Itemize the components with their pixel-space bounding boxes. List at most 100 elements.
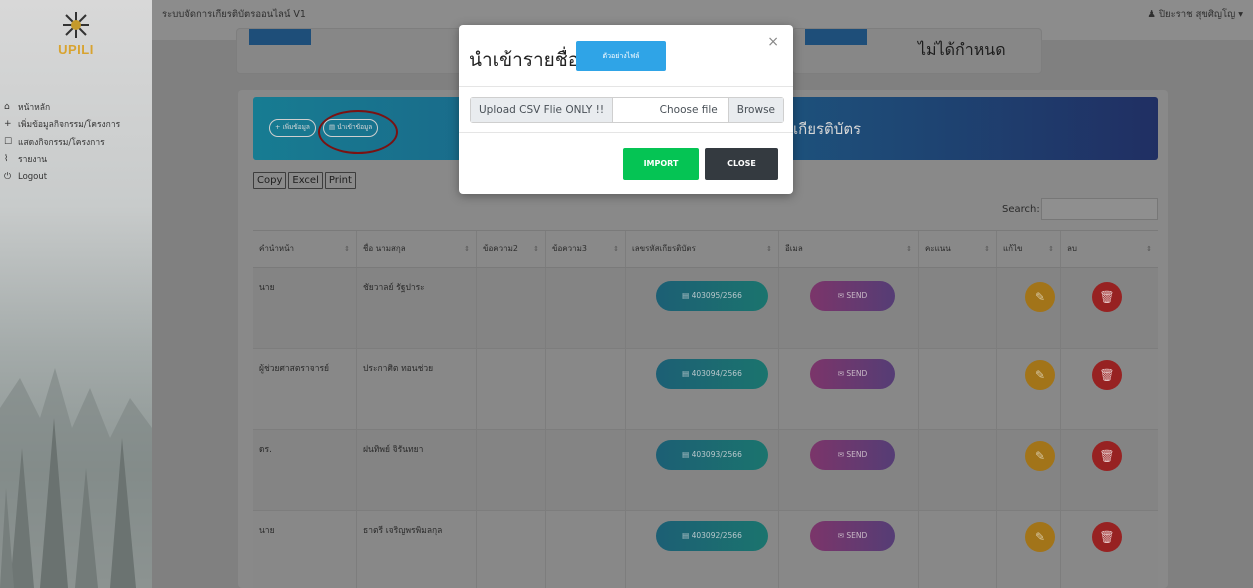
sort-icon: ⇕ [533,245,539,253]
forest-background-image [0,368,152,588]
card-accent [249,29,311,45]
edit-icon[interactable]: ✎ [1025,441,1055,471]
sort-icon: ⇕ [1146,245,1152,253]
divider [459,86,793,87]
table-header: คำนำหน้า ⇕ ชื่อ นามสกุล ⇕ ข้อความ2 ⇕ ข้อควา… [253,230,1158,268]
sample-file-button[interactable]: ตัวอย่างไฟล์ [576,41,666,71]
user-name: ปิยะราช สุขศิญโญ [1158,9,1236,20]
sort-icon: ⇕ [613,245,619,253]
close-icon[interactable]: × [767,34,779,50]
highlight-circle [318,110,398,154]
column-header[interactable]: เลขรหัสเกียรติบัตร ⇕ [626,231,779,267]
sidebar-item-label: แสดงกิจกรรม/โครงการ [18,137,105,148]
sidebar: UPILI ⌂ หน้าหลัก + เพิ่มข้อมูลกิจกรรม/โค… [0,0,152,588]
search-input[interactable] [1041,198,1158,220]
copy-button[interactable]: Copy [253,172,287,189]
prefix-cell: ดร. [253,430,357,510]
send-email-button[interactable]: ✉ SEND [810,440,895,470]
column-header[interactable]: ข้อความ2 ⇕ [477,231,546,267]
prefix-cell: นาย [253,268,357,348]
certificate-button[interactable]: ▤ 403095/2566 [656,281,768,311]
certificate-button[interactable]: ▤ 403093/2566 [656,440,768,470]
user-menu[interactable]: ♟ ปิยะราช สุขศิญโญ ▾ [1147,7,1243,22]
divider [459,132,793,133]
envelope-icon: ✉ [837,369,844,378]
chart-icon: ⌇ [4,154,9,165]
sort-icon: ⇕ [766,245,772,253]
delete-icon[interactable]: 🗑 [1092,360,1122,390]
sidebar-item-home[interactable]: ⌂ หน้าหลัก [4,98,120,116]
envelope-icon: ✉ [837,531,844,540]
file-input-label: Upload CSV Flie ONLY !! [471,98,614,122]
sort-icon: ⇕ [1048,245,1054,253]
certificate-button[interactable]: ▤ 403094/2566 [656,359,768,389]
column-header[interactable]: คะแนน ⇕ [919,231,997,267]
sort-icon: ⇕ [906,245,912,253]
file-choose-text[interactable]: Choose file [613,98,728,122]
column-header[interactable]: ข้อความ3 ⇕ [546,231,626,267]
id-card-icon: ▤ [682,369,690,378]
id-card-icon: ▤ [682,531,690,540]
sidebar-item-label: หน้าหลัก [18,102,51,113]
sort-icon: ⇕ [984,245,990,253]
sidebar-item-add-activity[interactable]: + เพิ่มข้อมูลกิจกรรม/โครงการ [4,116,120,134]
prefix-cell: ผู้ช่วยศาสตราจารย์ [253,349,357,429]
caret-down-icon: ▾ [1238,9,1243,20]
logo: UPILI [54,10,98,74]
square-icon: ☐ [4,136,13,147]
sidebar-item-show-activity[interactable]: ☐ แสดงกิจกรรม/โครงการ [4,133,120,151]
excel-button[interactable]: Excel [288,172,323,189]
home-icon: ⌂ [4,101,10,112]
sidebar-menu: ⌂ หน้าหลัก + เพิ่มข้อมูลกิจกรรม/โครงการ … [4,98,120,186]
edit-icon[interactable]: ✎ [1025,282,1055,312]
browse-button[interactable]: Browse [727,98,783,122]
edit-icon[interactable]: ✎ [1025,522,1055,552]
print-button[interactable]: Print [324,172,356,189]
import-button[interactable]: IMPORT [623,148,699,180]
delete-icon[interactable]: 🗑 [1092,522,1122,552]
delete-icon[interactable]: 🗑 [1092,282,1122,312]
close-button[interactable]: CLOSE [705,148,778,180]
sidebar-item-label: เพิ่มข้อมูลกิจกรรม/โครงการ [18,120,121,131]
sort-icon: ⇕ [464,245,470,253]
name-cell: ธาตรี เจริญพรพิมลกุล [357,511,477,588]
name-cell: ฝนทิพย์ จิรันทยา [357,430,477,510]
column-header[interactable]: อีเมล ⇕ [779,231,919,267]
column-header[interactable]: คำนำหน้า ⇕ [253,231,357,267]
envelope-icon: ✉ [837,450,844,459]
add-data-button[interactable]: + เพิ่มข้อมูล [269,119,316,137]
delete-icon[interactable]: 🗑 [1092,441,1122,471]
banner-title: เกียรติบัตร [793,120,862,138]
id-card-icon: ▤ [682,450,690,459]
send-email-button[interactable]: ✉ SEND [810,521,895,551]
search-label: Search: [1002,204,1040,215]
edit-icon[interactable]: ✎ [1025,360,1055,390]
card-accent [805,29,867,45]
sidebar-item-report[interactable]: ⌇ รายงาน [4,151,120,169]
sort-icon: ⇕ [344,245,350,253]
column-header[interactable]: ลบ ⇕ [1061,231,1158,267]
send-email-button[interactable]: ✉ SEND [810,359,895,389]
send-email-button[interactable]: ✉ SEND [810,281,895,311]
sidebar-item-logout[interactable]: ⏻ Logout [4,168,120,186]
name-cell: ประกาศิต ทอนช่วย [357,349,477,429]
certificate-button[interactable]: ▤ 403092/2566 [656,521,768,551]
envelope-icon: ✉ [837,291,844,300]
logo-emblem-icon [63,12,89,38]
logo-text: UPILI [58,42,94,57]
column-header[interactable]: ชื่อ นามสกุล ⇕ [357,231,477,267]
sidebar-item-label: รายงาน [18,155,48,166]
name-cell: ชัยวาลย์ รัฐปาระ [357,268,477,348]
modal-title: นำเข้ารายชื่อ [469,49,580,71]
id-card-icon: ▤ [682,291,690,300]
power-icon: ⏻ [4,171,12,182]
column-header[interactable]: แก้ไข ⇕ [997,231,1061,267]
csv-file-input[interactable]: Upload CSV Flie ONLY !! Choose file Brow… [470,97,784,123]
export-toolbar: Copy Excel Print [253,172,356,189]
app-title: ระบบจัดการเกียรติบัตรออนไลน์ V1 [162,9,306,20]
import-modal: นำเข้ารายชื่อ ตัวอย่างไฟล์ × Upload CSV … [459,25,793,194]
card-status-text: ไม่ได้กำหนด [918,40,1006,59]
sidebar-item-label: Logout [18,171,48,182]
prefix-cell: นาย [253,511,357,588]
plus-icon: + [4,119,12,130]
